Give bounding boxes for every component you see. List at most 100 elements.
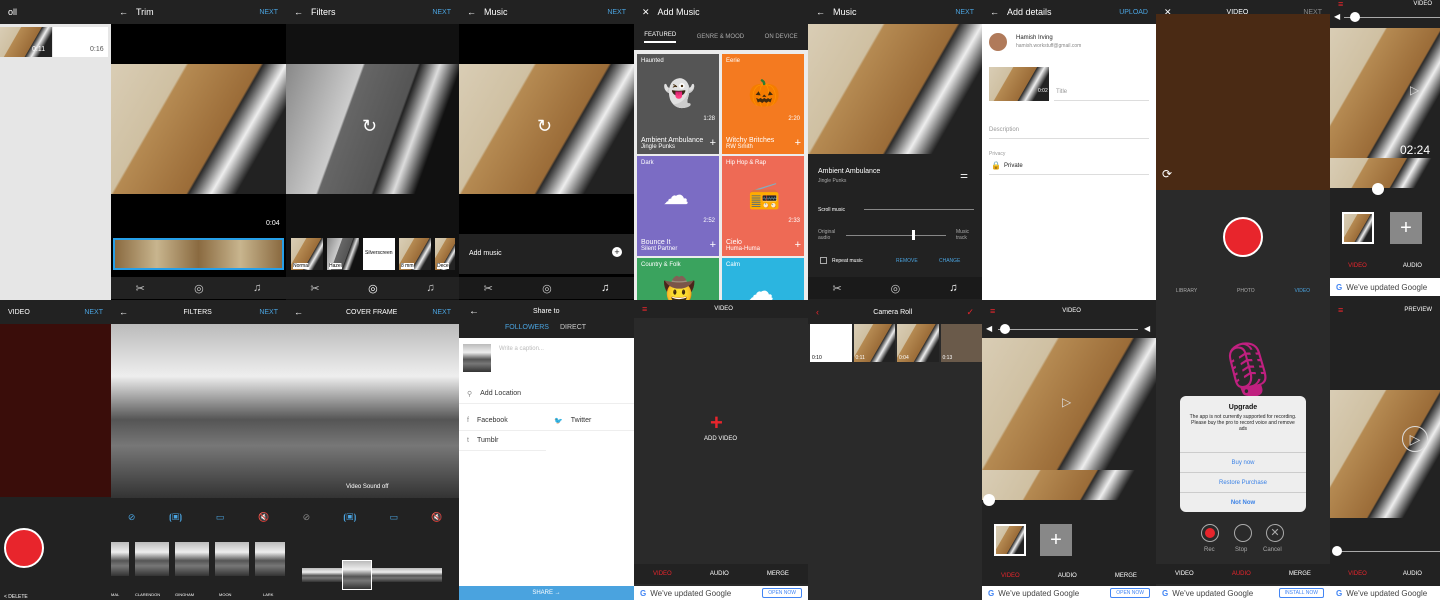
clip-thumbnail[interactable] (994, 524, 1026, 556)
next-button[interactable]: NEXT (259, 9, 278, 16)
volume-icon[interactable]: ◀ (1334, 12, 1340, 21)
tab-audio[interactable]: AUDIO (1058, 573, 1077, 579)
filter-item[interactable]: MOON (215, 542, 249, 600)
record-button[interactable] (1223, 217, 1263, 257)
video-thumbnail[interactable]: 0:04 (897, 324, 939, 362)
trim-strip[interactable] (113, 238, 284, 270)
tab-merge[interactable]: MERGE (1115, 573, 1137, 579)
caption-input[interactable]: Write a caption... (499, 346, 544, 352)
ad-text[interactable]: We've updated Google (1346, 283, 1427, 292)
tab-photo[interactable]: PHOTO (1237, 288, 1255, 294)
add-icon[interactable]: + (795, 137, 801, 149)
tab-merge[interactable]: MERGE (767, 571, 789, 577)
next-button[interactable]: NEXT (607, 9, 626, 16)
tab-video[interactable]: VIDEO (1001, 573, 1020, 579)
back-icon[interactable]: ← (119, 307, 128, 317)
filter-icon[interactable]: ⊘ (128, 512, 136, 528)
tab-audio[interactable]: AUDIO (1232, 571, 1251, 577)
tab-audio[interactable]: AUDIO (710, 571, 729, 577)
share-button[interactable]: SHARE → (459, 586, 634, 600)
scroll-music-track[interactable] (864, 209, 974, 210)
tab-on-device[interactable]: ON DEVICE (765, 34, 798, 40)
filter-item[interactable]: Normal (291, 238, 323, 270)
video-thumbnail[interactable]: 0:13 (940, 324, 982, 362)
back-icon[interactable]: ← (467, 7, 476, 17)
add-icon[interactable]: + (710, 239, 716, 251)
mute-icon[interactable]: 🔇 (258, 512, 269, 528)
stabilize-icon[interactable]: ⦗▣⦘ (343, 512, 356, 528)
volume-slider[interactable] (998, 329, 1138, 330)
ad-text[interactable]: We've updated Google (650, 589, 731, 598)
record-button[interactable] (4, 528, 44, 568)
music-card[interactable]: Haunted 👻 1:28 Ambient Ambulance Jingle Punk… (637, 54, 719, 154)
tab-video[interactable]: VIDEO (1295, 288, 1311, 294)
privacy-select[interactable]: Private (1004, 163, 1023, 169)
facebook-toggle[interactable]: Facebook (477, 417, 508, 424)
music-icon[interactable]: ♫ (253, 282, 261, 294)
tab-video[interactable]: VIDEO (1348, 263, 1367, 269)
scissors-icon[interactable]: ✂ (832, 282, 841, 295)
filter-item[interactable]: GINGHAM (175, 542, 209, 600)
delete-button[interactable]: < DELETE (4, 594, 28, 600)
tab-video[interactable]: VIDEO (1348, 571, 1367, 577)
add-music-button[interactable]: Add music (469, 250, 502, 257)
tab-video[interactable]: VIDEO (1175, 571, 1194, 577)
back-icon[interactable]: ← (469, 306, 479, 317)
filter-icon[interactable]: ⊘ (303, 512, 311, 528)
ad-text[interactable]: We've updated Google (998, 589, 1079, 598)
tab-video[interactable]: VIDEO (653, 571, 672, 577)
close-icon[interactable]: ✕ (642, 7, 650, 18)
replay-icon[interactable]: ↻ (362, 116, 377, 137)
music-card[interactable]: Country & Folk 🤠 (637, 258, 719, 300)
tab-library[interactable]: LIBRARY (1176, 288, 1197, 294)
slider-thumb[interactable] (1332, 546, 1342, 556)
volume-high-icon[interactable]: ◀ (1144, 324, 1150, 333)
slider-thumb[interactable] (1350, 12, 1360, 22)
crop-icon[interactable]: ▭ (390, 512, 399, 528)
next-button[interactable]: NEXT (432, 309, 451, 316)
video-thumbnail[interactable]: 0:10 (810, 324, 852, 362)
title-field[interactable]: Title (1056, 89, 1067, 95)
next-button[interactable]: NEXT (259, 309, 278, 316)
cover-frame-selector[interactable] (342, 560, 372, 590)
slider-thumb[interactable] (1000, 324, 1010, 334)
filter-item[interactable]: Silverscreen (363, 238, 395, 270)
timeline-strip[interactable] (1330, 158, 1440, 188)
equalizer-icon[interactable]: ⚌ (960, 170, 968, 181)
music-card[interactable]: Calm ☁ (722, 258, 804, 300)
not-now-button[interactable]: Not Now (1180, 492, 1306, 512)
buy-now-button[interactable]: Buy now (1180, 452, 1306, 472)
audio-mix-slider[interactable] (846, 235, 946, 236)
music-icon[interactable]: ♫ (949, 282, 957, 294)
playback-slider[interactable] (1336, 551, 1440, 552)
check-icon[interactable]: ✓ (966, 307, 974, 318)
timeline-thumb[interactable] (983, 494, 995, 506)
add-location-button[interactable]: Add Location (480, 390, 521, 397)
add-icon[interactable]: + (795, 239, 801, 251)
tab-direct[interactable]: DIRECT (560, 324, 586, 331)
next-button[interactable]: NEXT (955, 9, 974, 16)
slider-thumb[interactable] (912, 230, 915, 240)
tab-genre[interactable]: GENRE & MOOD (697, 34, 744, 40)
filter-item[interactable]: LARK (255, 542, 285, 600)
filter-icon[interactable]: ◎ (542, 282, 552, 295)
scissors-icon[interactable]: ✂ (484, 282, 493, 295)
music-icon[interactable]: ♫ (601, 282, 609, 294)
back-icon[interactable]: ← (119, 7, 128, 17)
timeline-thumb[interactable] (1372, 183, 1384, 195)
play-icon[interactable]: ▷ (1062, 395, 1071, 409)
video-thumbnail[interactable]: 0:11 (853, 324, 895, 362)
filter-item[interactable]: MAL (111, 542, 129, 600)
add-clip-button[interactable]: + (1040, 524, 1072, 556)
filter-item[interactable]: Hazel (327, 238, 359, 270)
open-now-button[interactable]: OPEN NOW (1110, 588, 1150, 598)
ad-text[interactable]: We've updated Google (1172, 589, 1253, 598)
play-icon[interactable]: ▷ (1402, 426, 1428, 452)
scissors-icon[interactable]: ✂ (310, 282, 319, 295)
add-video-icon[interactable]: + (710, 410, 723, 436)
tab-followers[interactable]: FOLLOWERS (505, 324, 549, 331)
add-icon[interactable]: + (710, 137, 716, 149)
install-now-button[interactable]: INSTALL NOW (1278, 588, 1324, 598)
back-icon[interactable]: ← (294, 307, 303, 317)
upload-button[interactable]: UPLOAD (1119, 9, 1148, 16)
